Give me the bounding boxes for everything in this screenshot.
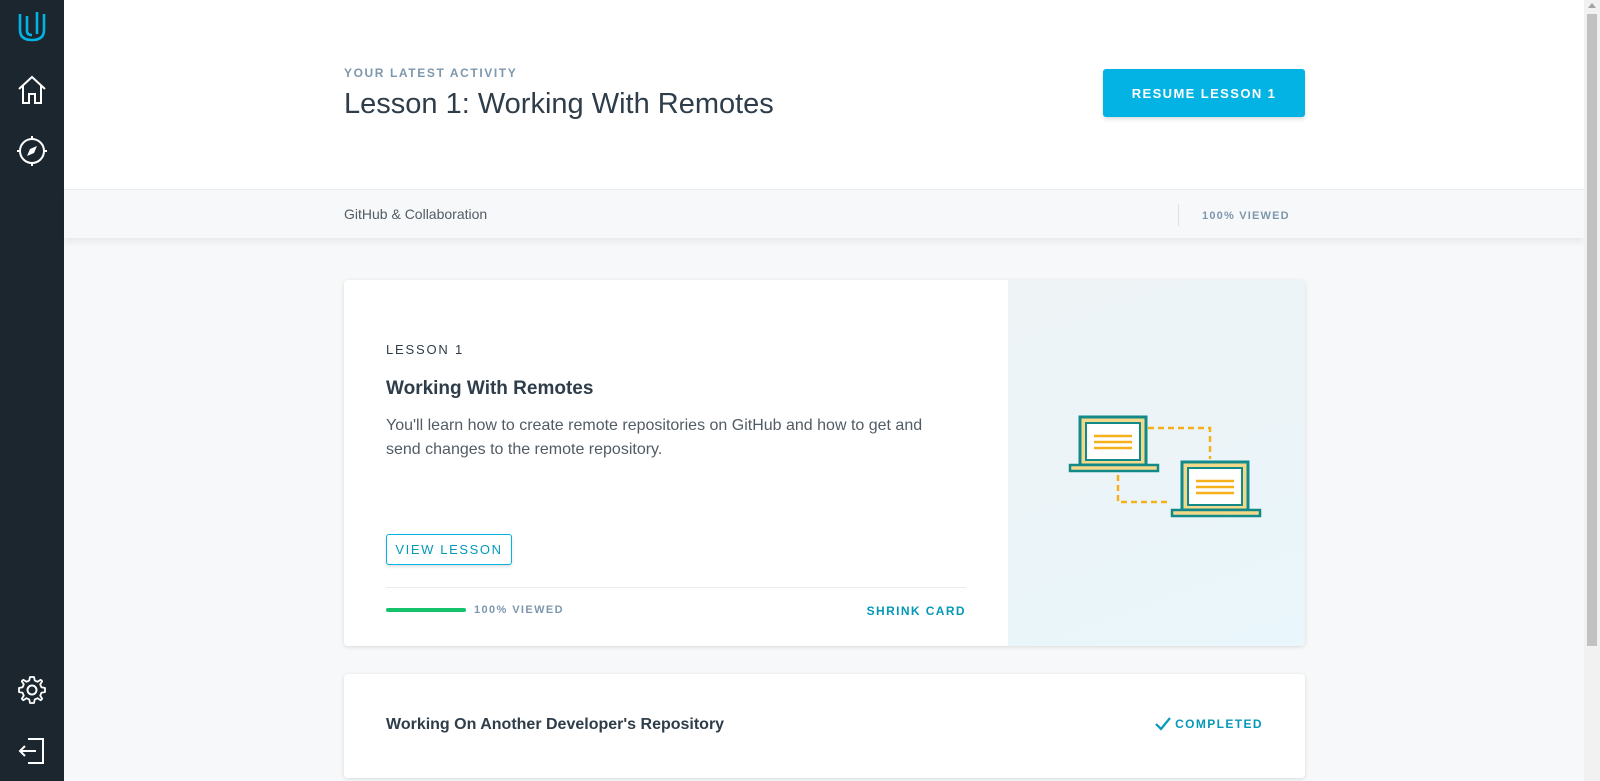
shrink-card-link[interactable]: SHRINK CARD xyxy=(867,604,966,618)
lesson-card: LESSON 1 Working With Remotes You'll lea… xyxy=(344,280,1305,646)
latest-activity-eyebrow: YOUR LATEST ACTIVITY xyxy=(344,66,518,80)
course-name[interactable]: GitHub & Collaboration xyxy=(344,206,487,222)
course-bar: GitHub & Collaboration 100% VIEWED xyxy=(64,189,1584,238)
lesson-progress-bar xyxy=(386,608,466,612)
connected-laptops-icon xyxy=(1068,415,1262,518)
lesson-number: LESSON 1 xyxy=(386,342,464,357)
resume-lesson-button[interactable]: RESUME LESSON 1 xyxy=(1103,69,1305,117)
lesson-card-body: LESSON 1 Working With Remotes You'll lea… xyxy=(386,280,966,646)
lesson-progress-label: 100% VIEWED xyxy=(474,604,564,616)
lesson-card-collapsed[interactable]: Working On Another Developer's Repositor… xyxy=(344,674,1305,778)
view-lesson-button[interactable]: VIEW LESSON xyxy=(386,534,512,565)
scrollbar-thumb[interactable] xyxy=(1587,14,1597,646)
logout-icon[interactable] xyxy=(12,731,52,771)
compass-icon[interactable] xyxy=(12,131,52,171)
lesson-illustration-panel xyxy=(1008,280,1305,646)
scroll-up-arrow-icon[interactable] xyxy=(1588,3,1596,8)
sidebar xyxy=(0,0,64,781)
divider xyxy=(1178,204,1179,226)
lesson-description: You'll learn how to create remote reposi… xyxy=(386,417,923,458)
checkmark-icon xyxy=(1155,717,1171,731)
lesson-progress-fill xyxy=(386,608,466,612)
course-progress-label: 100% VIEWED xyxy=(1202,210,1290,222)
lesson-title: Working With Remotes xyxy=(386,378,594,399)
page-scrollbar[interactable] xyxy=(1584,0,1600,781)
divider xyxy=(386,587,966,588)
completed-badge: COMPLETED xyxy=(1155,717,1263,731)
lesson-title: Working On Another Developer's Repositor… xyxy=(386,716,725,733)
completed-label: COMPLETED xyxy=(1175,717,1263,731)
page-title: Lesson 1: Working With Remotes xyxy=(344,88,774,120)
gear-icon[interactable] xyxy=(12,670,52,710)
udacity-logo-icon[interactable] xyxy=(12,7,52,47)
home-icon[interactable] xyxy=(12,70,52,110)
latest-activity-header: YOUR LATEST ACTIVITY Lesson 1: Working W… xyxy=(64,0,1584,189)
